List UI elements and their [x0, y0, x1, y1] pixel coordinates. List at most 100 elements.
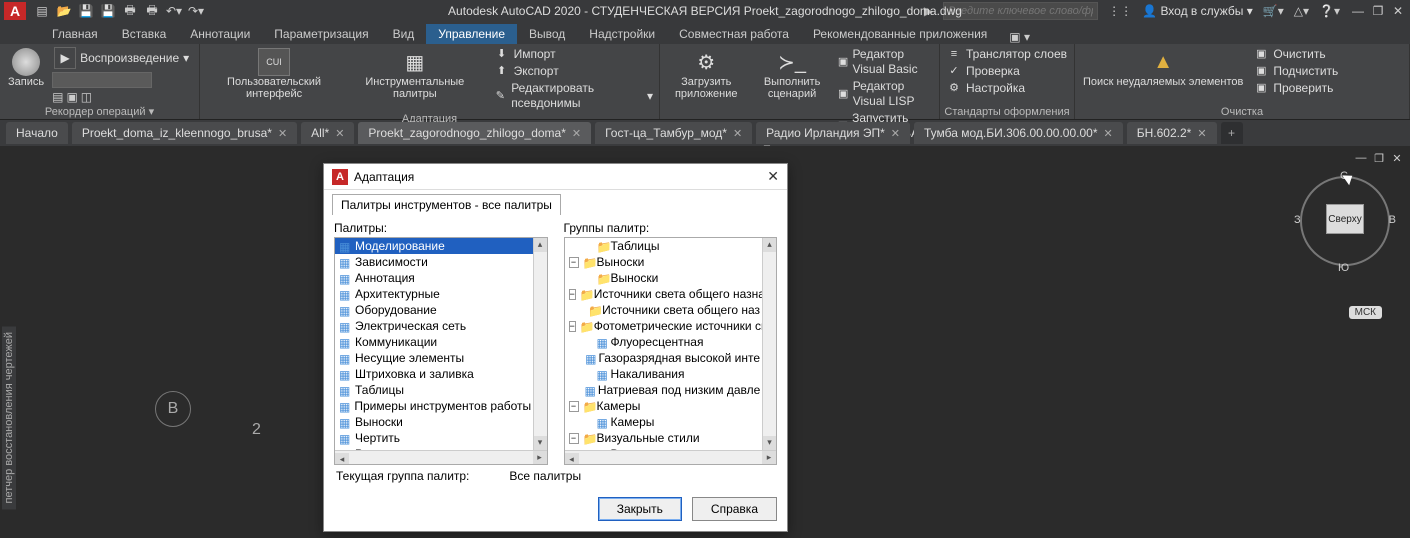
tree-item[interactable]: ▦Накаливания: [565, 366, 763, 382]
import-button[interactable]: ⬇Импорт: [492, 46, 655, 63]
purge-button[interactable]: ▣Очистить: [1251, 46, 1340, 63]
expander-icon[interactable]: −: [569, 433, 579, 444]
tree-item[interactable]: 📁Источники света общего наз: [565, 302, 763, 318]
run-script-button[interactable]: ≻_Выполнить сценарий: [752, 46, 831, 102]
export-button[interactable]: ⬆Экспорт: [492, 63, 655, 80]
ribbon-tab[interactable]: Управление: [426, 24, 517, 44]
tab-close-icon[interactable]: ✕: [733, 127, 742, 140]
tree-item[interactable]: ▦Камеры: [565, 414, 763, 430]
ribbon-tab[interactable]: Вид: [381, 24, 427, 44]
new-icon[interactable]: ▤: [34, 3, 50, 19]
groups-treeview[interactable]: 📁Таблицы−📁Выноски📁Выноски − 📁Источники све…: [564, 237, 778, 465]
expander-icon[interactable]: −: [569, 321, 576, 332]
sign-in-link[interactable]: 👤 Вход в службы ▾: [1142, 4, 1253, 18]
help-icon[interactable]: ❔▾: [1319, 4, 1340, 18]
layer-translator-button[interactable]: ≡Транслятор слоев: [944, 46, 1069, 63]
tree-item[interactable]: 📁Выноски: [565, 270, 763, 286]
ribbon-tab[interactable]: Рекомендованные приложения: [801, 24, 999, 44]
tree-item[interactable]: −📁Визуальные стили: [565, 430, 763, 446]
open-icon[interactable]: 📂: [56, 3, 72, 19]
edit-aliases-button[interactable]: ✎Редактировать псевдонимы ▾: [492, 80, 655, 112]
list-item[interactable]: ▦Архитектурные: [335, 286, 533, 302]
tree-item[interactable]: −📁Камеры: [565, 398, 763, 414]
doc-minimize-button[interactable]: —: [1354, 151, 1368, 165]
cui-button[interactable]: CUI Пользовательский интерфейс: [204, 46, 344, 102]
document-tab[interactable]: Гост-ца_Тамбур_мод*✕: [595, 122, 752, 144]
configure-standards-button[interactable]: ⚙Настройка: [944, 80, 1069, 97]
ribbon-tab[interactable]: Надстройки: [577, 24, 667, 44]
list-item[interactable]: ▦Чертить: [335, 430, 533, 446]
tab-close-icon[interactable]: ✕: [572, 127, 581, 140]
find-unpurgeable-button[interactable]: ▲Поиск неудаляемых элементов: [1079, 46, 1247, 90]
tab-close-icon[interactable]: ✕: [891, 127, 900, 140]
scrollbar-vertical[interactable]: ▴▾: [533, 238, 547, 450]
close-dialog-button[interactable]: Закрыть: [598, 497, 682, 521]
ribbon-tab[interactable]: Параметризация: [262, 24, 380, 44]
ribbon-tab[interactable]: Вывод: [517, 24, 577, 44]
play-button[interactable]: ▶ Воспроизведение ▾: [52, 46, 191, 70]
document-tab[interactable]: Радио Ирландия ЭП*✕: [756, 122, 910, 144]
tree-icon[interactable]: ▤: [52, 90, 63, 104]
ribbon-tab[interactable]: Вставка: [110, 24, 179, 44]
list-item[interactable]: ▦Электрическая сеть: [335, 318, 533, 334]
document-tab[interactable]: Proekt_doma_iz_kleennogo_brusa*✕: [72, 122, 297, 144]
tree-item[interactable]: −📁Выноски: [565, 254, 763, 270]
tab-close-icon[interactable]: ✕: [278, 127, 287, 140]
document-tab[interactable]: All*✕: [301, 122, 354, 144]
redo-icon[interactable]: ↷▾: [188, 3, 204, 19]
list-item[interactable]: ▦Зависимости: [335, 254, 533, 270]
list-item[interactable]: ▦Примеры инструментов работы с ко: [335, 398, 533, 414]
expander-icon[interactable]: −: [569, 257, 579, 268]
viewcube-south[interactable]: Ю: [1338, 262, 1349, 274]
print-icon[interactable]: 🖶: [144, 3, 160, 19]
action-combo[interactable]: [52, 72, 152, 88]
wcs-badge[interactable]: МСК: [1349, 306, 1382, 319]
restore-button[interactable]: ❐: [1370, 3, 1386, 19]
document-tab[interactable]: Proekt_zagorodnogo_zhilogo_doma*✕: [358, 122, 591, 144]
viewcube-west[interactable]: З: [1294, 214, 1301, 226]
tree-item[interactable]: ▦Натриевая под низким давле: [565, 382, 763, 398]
a360-icon[interactable]: △▾: [1294, 4, 1309, 18]
vb-editor-button[interactable]: ▣Редактор Visual Basic: [836, 46, 935, 78]
palettes-listbox[interactable]: ▦Моделирование▦Зависимости▦Аннотация▦Арх…: [334, 237, 548, 465]
list-item[interactable]: ▦Штриховка и заливка: [335, 366, 533, 382]
close-button[interactable]: ✕: [1390, 3, 1406, 19]
pause-icon[interactable]: ◫: [81, 90, 92, 104]
plot-icon[interactable]: 🖶: [122, 3, 138, 19]
list-item[interactable]: ▦Коммуникации: [335, 334, 533, 350]
tool-palettes-button[interactable]: ▦ Инструментальные палитры: [348, 46, 482, 102]
record-button[interactable]: Запись: [4, 46, 48, 90]
help-dialog-button[interactable]: Справка: [692, 497, 777, 521]
panel-label[interactable]: Рекордер операций ▾: [4, 104, 195, 119]
list-item[interactable]: ▦Таблицы: [335, 382, 533, 398]
new-tab-button[interactable]: +: [1221, 122, 1243, 144]
app-logo-icon[interactable]: A: [4, 2, 26, 20]
vlisp-editor-button[interactable]: ▣Редактор Visual LISP: [836, 78, 935, 110]
ribbon-tab[interactable]: Совместная работа: [667, 24, 801, 44]
dialog-close-button[interactable]: ✕: [767, 168, 779, 185]
tree-item[interactable]: ▦Газоразрядная высокой инте: [565, 350, 763, 366]
list-item[interactable]: ▦Выноски: [335, 414, 533, 430]
tree-item[interactable]: 📁Таблицы: [565, 238, 763, 254]
check-standards-button[interactable]: ✓Проверка: [944, 63, 1069, 80]
cart-icon[interactable]: 🛒▾: [1263, 4, 1284, 18]
dialog-titlebar[interactable]: A Адаптация ✕: [324, 164, 787, 190]
doc-close-button[interactable]: ✕: [1390, 151, 1404, 165]
tab-close-icon[interactable]: ✕: [1197, 127, 1206, 140]
list-item[interactable]: ▦Несущие элементы: [335, 350, 533, 366]
tab-close-icon[interactable]: ✕: [1104, 127, 1113, 140]
ribbon-tab[interactable]: Главная: [40, 24, 110, 44]
audit-button[interactable]: ▣Проверить: [1251, 80, 1340, 97]
saveas-icon[interactable]: 💾: [100, 3, 116, 19]
load-app-button[interactable]: ⚙Загрузить приложение: [664, 46, 748, 102]
document-tab[interactable]: Начало: [6, 122, 68, 144]
scrollbar-horizontal[interactable]: ◂▸: [565, 450, 777, 464]
expander-icon[interactable]: −: [569, 289, 576, 300]
stop-icon[interactable]: ▣: [66, 90, 77, 104]
tab-close-icon[interactable]: ✕: [335, 127, 344, 140]
list-item[interactable]: ▦Аннотация: [335, 270, 533, 286]
document-tab[interactable]: Тумба мод.БИ.306.00.00.00.00*✕: [914, 122, 1123, 144]
list-item[interactable]: ▦Оборудование: [335, 302, 533, 318]
scrollbar-horizontal[interactable]: ◂▸: [335, 450, 547, 464]
dialog-tab[interactable]: Палитры инструментов - все палитры: [332, 194, 561, 215]
